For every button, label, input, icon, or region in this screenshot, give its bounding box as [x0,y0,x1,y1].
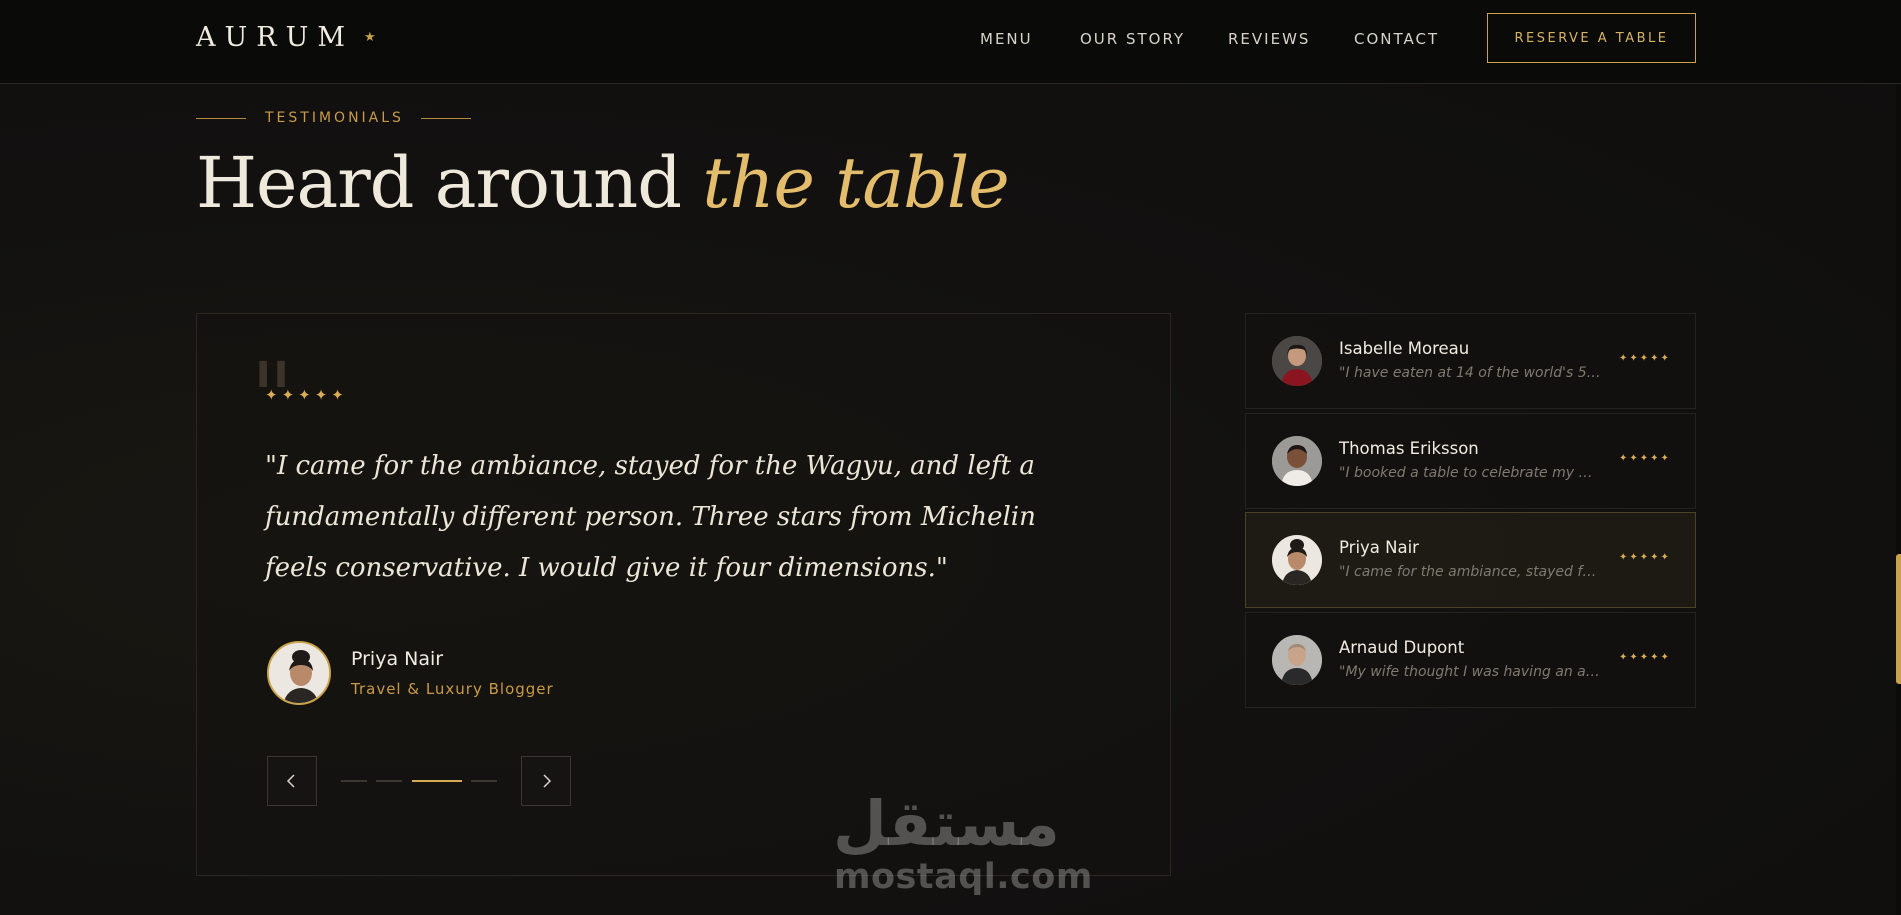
slide-dot-2[interactable] [376,780,402,782]
review-snippet: "My wife thought I was having an affair.… [1339,664,1601,680]
author-role: Travel & Luxury Blogger [351,680,554,698]
eyebrow-line-right [421,118,471,119]
review-item-active[interactable]: Priya Nair "I came for the ambiance, sta… [1245,512,1696,608]
review-snippet: "I came for the ambiance, stayed for t..… [1339,564,1601,580]
review-stars: ✦✦✦✦✦ [1619,552,1671,563]
review-stars: ✦✦✦✦✦ [1619,353,1671,364]
avatar [1272,436,1322,486]
reviewer-name: Isabelle Moreau [1339,339,1470,358]
title-main: Heard around [196,142,682,224]
author-avatar [267,641,331,705]
review-snippet: "I have eaten at 14 of the world's 50 b.… [1339,365,1601,381]
brand-logo[interactable]: AURUM [196,22,354,53]
slide-dot-3-active[interactable] [412,780,462,782]
slide-dot-4[interactable] [471,780,497,782]
next-button[interactable] [521,756,571,806]
nav-menu[interactable]: MENU [980,30,1033,48]
logo-star-icon: ★ [364,30,376,45]
avatar [1272,535,1322,585]
chevron-right-icon [543,774,552,788]
review-snippet: "I booked a table to celebrate my pro... [1339,465,1601,481]
site-header: AURUM ★ MENU OUR STORY REVIEWS CONTACT R… [0,0,1901,84]
scrollbar-thumb[interactable] [1896,554,1901,684]
slide-dot-1[interactable] [341,780,367,782]
section-eyebrow: TESTIMONIALS [265,110,404,126]
review-stars: ✦✦✦✦✦ [1619,453,1671,464]
reviewer-name: Arnaud Dupont [1339,638,1465,657]
review-item[interactable]: Isabelle Moreau "I have eaten at 14 of t… [1245,313,1696,409]
rating-stars: ✦✦✦✦✦ [265,386,348,404]
reviewer-name: Thomas Eriksson [1339,439,1479,458]
testimonial-quote: "I came for the ambiance, stayed for the… [265,451,1036,583]
eyebrow-line-left [196,118,246,119]
review-stars: ✦✦✦✦✦ [1619,652,1671,663]
title-accent: the table [702,142,1009,224]
chevron-left-icon [286,774,295,788]
reviewer-name: Priya Nair [1339,538,1419,557]
section-title: Heard around the table [196,142,1010,224]
scrollbar-track[interactable] [1896,84,1901,915]
watermark-arabic: مستقل [833,787,1060,860]
nav-our-story[interactable]: OUR STORY [1080,30,1185,48]
avatar [1272,336,1322,386]
prev-button[interactable] [267,756,317,806]
review-item[interactable]: Arnaud Dupont "My wife thought I was hav… [1245,612,1696,708]
nav-contact[interactable]: CONTACT [1354,30,1439,48]
nav-reviews[interactable]: REVIEWS [1228,30,1310,48]
author-name: Priya Nair [351,648,444,670]
avatar [1272,635,1322,685]
reserve-table-button[interactable]: RESERVE A TABLE [1487,13,1696,63]
review-item[interactable]: Thomas Eriksson "I booked a table to cel… [1245,413,1696,509]
watermark-latin: mostaql.com [834,857,1093,897]
